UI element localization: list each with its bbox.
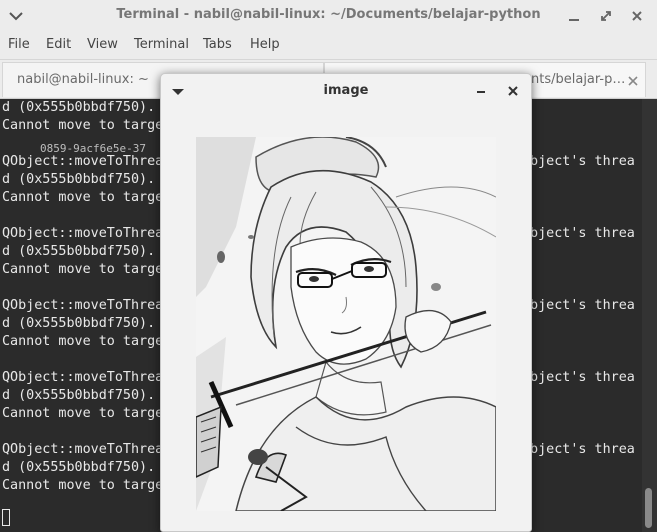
term-line: Cannot move to targe [2,334,164,349]
image-window-minimize-icon[interactable] [474,84,488,98]
scrollbar-thumb[interactable] [645,488,652,528]
tab-belajar-python-label: nts/belajar-p… [531,72,626,87]
menu-help[interactable]: Help [250,37,280,52]
terminal-scrollbar[interactable] [642,99,657,532]
menu-terminal[interactable]: Terminal [134,37,189,52]
menu-tabs[interactable]: Tabs [203,37,232,52]
window-title: Terminal - nabil@nabil-linux: ~/Document… [116,7,541,22]
minimize-icon[interactable] [566,8,582,24]
term-line: Cannot move to targe [2,190,164,205]
term-line-right: object's threa [522,370,635,385]
menu-edit[interactable]: Edit [46,37,71,52]
term-line: d (0x555b0bbdf750). [2,460,156,475]
sketch-portrait-image [196,137,496,511]
term-line-right: object's threa [522,298,635,313]
term-line: d (0x555b0bbdf750). [2,100,156,115]
term-ghost-text: 0859-9acf6e5e-37 [40,142,146,155]
term-line-right: object's threa [522,154,635,169]
term-line: d (0x555b0bbdf750). [2,172,156,187]
image-window-close-icon[interactable] [506,84,520,98]
tab-close-icon[interactable] [627,75,639,87]
term-line: d (0x555b0bbdf750). [2,316,156,331]
menu-view[interactable]: View [87,37,118,52]
terminal-cursor [2,509,10,526]
term-line: Cannot move to targe [2,118,164,133]
image-window: image [160,73,532,532]
term-line: d (0x555b0bbdf750). [2,244,156,259]
tab-home-label: nabil@nabil-linux: ~ [17,72,149,87]
term-line: d (0x555b0bbdf750). [2,388,156,403]
term-line-right: object's threa [522,442,635,457]
image-canvas [196,137,496,511]
term-line: QObject::moveToThrea [2,442,164,457]
close-icon[interactable] [629,8,645,24]
menu-bar: File Edit View Terminal Tabs Help [0,32,657,60]
term-line: Cannot move to targe [2,406,164,421]
term-line: QObject::moveToThrea [2,370,164,385]
term-line: QObject::moveToThrea [2,298,164,313]
term-line: QObject::moveToThrea [2,226,164,241]
menu-file[interactable]: File [8,37,30,52]
term-line-right: object's threa [522,226,635,241]
terminal-titlebar: Terminal - nabil@nabil-linux: ~/Document… [0,0,657,33]
term-line: Cannot move to targe [2,478,164,493]
maximize-icon[interactable] [598,8,614,24]
term-line: Cannot move to targe [2,262,164,277]
